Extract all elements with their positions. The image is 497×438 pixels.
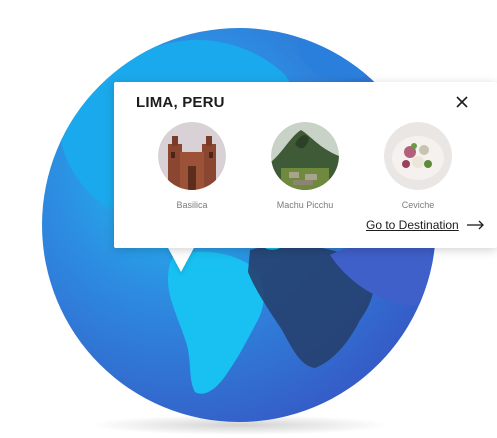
close-icon [456, 96, 468, 108]
ceviche-photo [384, 122, 452, 190]
basilica-photo [158, 122, 226, 190]
place-basilica[interactable]: Basilica [147, 122, 237, 210]
popup-pointer [167, 246, 195, 272]
close-button[interactable] [453, 93, 471, 111]
arrow-right-icon [466, 220, 484, 230]
popup-title: LIMA, PERU [136, 94, 225, 111]
place-label: Ceviche [401, 200, 435, 210]
place-label: Basilica [176, 200, 208, 210]
go-to-destination-label: Go to Destination [366, 218, 459, 232]
place-label: Machu Picchu [276, 200, 334, 210]
place-ceviche[interactable]: Ceviche [373, 122, 463, 210]
go-to-destination-link[interactable]: Go to Destination [366, 218, 485, 232]
machu-picchu-photo [271, 122, 339, 190]
destination-popup: LIMA, PERU Basilica Machu Picchu Ceviche… [114, 82, 497, 248]
place-machu-picchu[interactable]: Machu Picchu [260, 122, 350, 210]
